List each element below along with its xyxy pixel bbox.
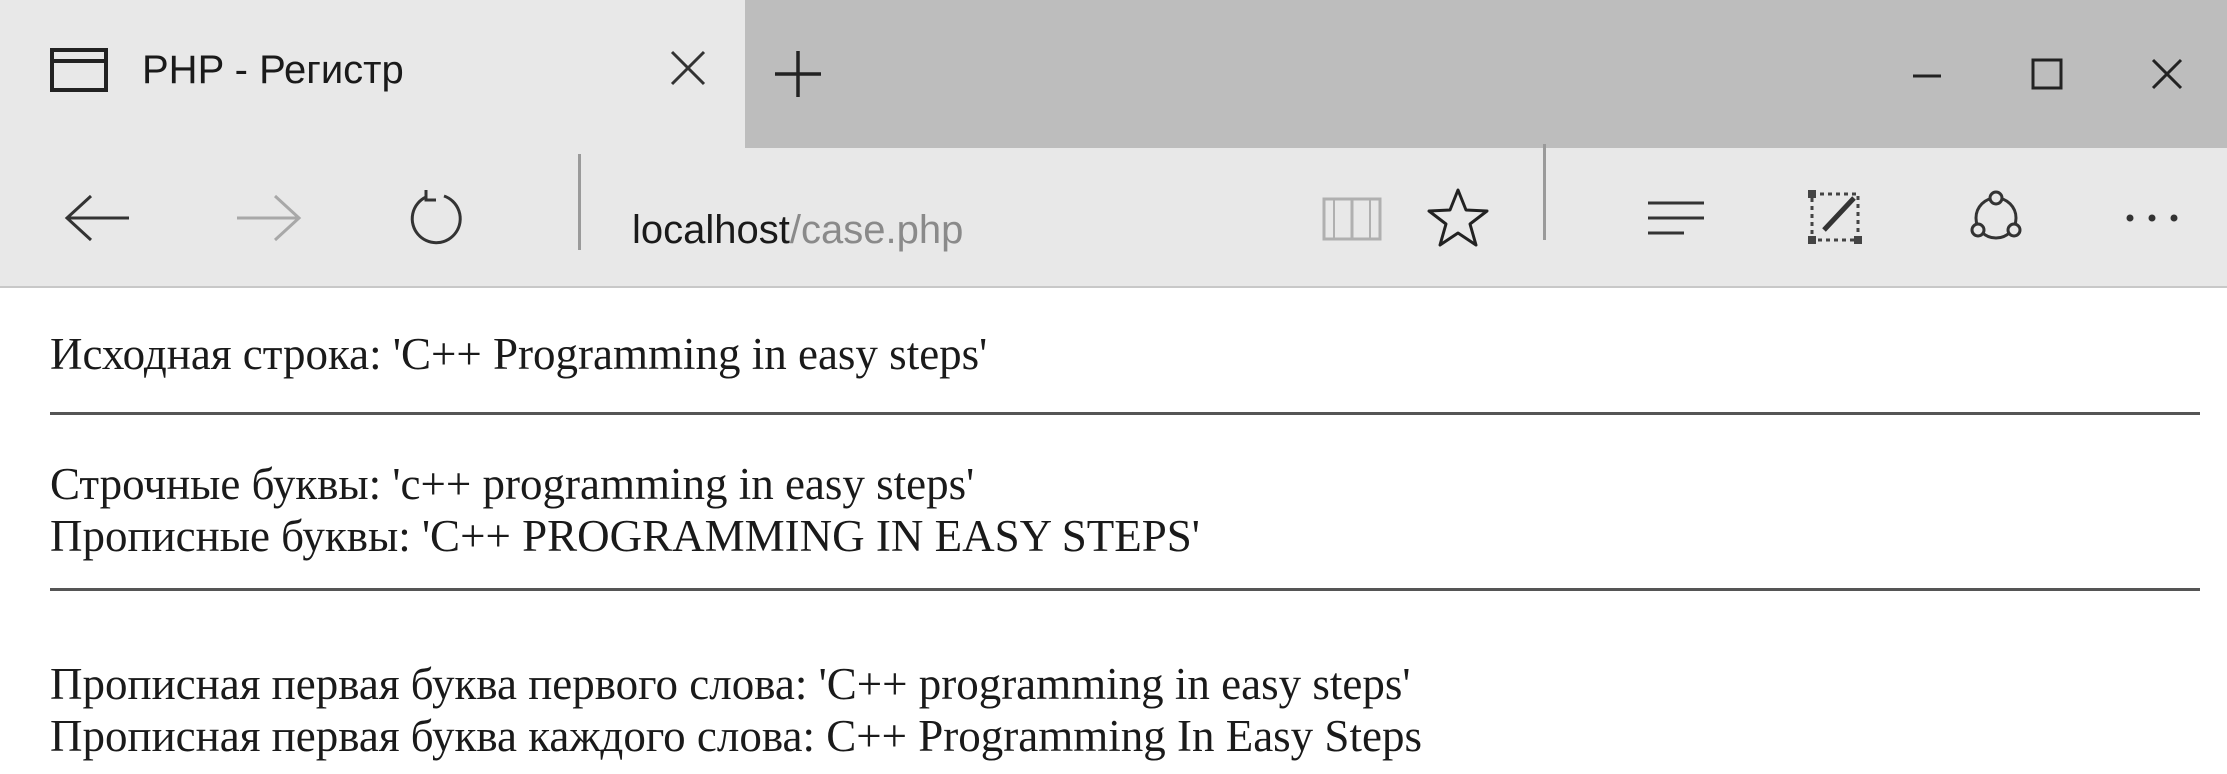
divider-2 [50, 588, 2200, 591]
ucwords-text: Прописная первая буква каждого слова: C+… [50, 711, 1422, 761]
star-icon [1427, 188, 1489, 247]
ucfirst-text: Прописная первая буква первого слова: 'C… [50, 659, 1411, 709]
minimize-icon [1913, 74, 1941, 78]
navigation-bar: localhost/case.php [0, 144, 2227, 288]
browser-window: PHP - Регистр localhost/case.php Исходна… [0, 0, 2227, 774]
lowercase-text: Строчные буквы: 'c++ programming in easy… [50, 459, 975, 509]
back-button[interactable] [58, 178, 138, 258]
address-path: /case.php [789, 208, 964, 252]
more-dots-icon [2126, 214, 2178, 222]
tab-title: PHP - Регистр [142, 47, 404, 92]
address-separator [578, 154, 581, 250]
divider-1 [50, 412, 2200, 415]
window-controls [1867, 0, 2227, 148]
address-host: localhost [632, 208, 790, 252]
page-content: Исходная строка: 'C++ Programming in eas… [0, 288, 2227, 774]
reading-view-button[interactable] [1312, 178, 1392, 258]
share-icon [1970, 190, 2022, 240]
tab-close-button[interactable] [660, 40, 716, 96]
close-icon [2151, 58, 2183, 90]
title-bar: PHP - Регистр [0, 0, 2227, 148]
close-window-button[interactable] [2107, 0, 2227, 148]
hub-button[interactable] [1636, 178, 1716, 258]
uppercase-text: Прописные буквы: 'C++ PROGRAMMING IN EAS… [50, 511, 1200, 561]
original-string-text: Исходная строка: 'C++ Programming in eas… [50, 329, 988, 379]
refresh-icon [410, 190, 462, 245]
back-arrow-icon [64, 194, 129, 242]
maximize-button[interactable] [1987, 0, 2107, 148]
book-icon [1322, 197, 1382, 241]
refresh-button[interactable] [398, 178, 478, 258]
forward-arrow-icon [237, 194, 302, 242]
new-tab-button[interactable] [763, 0, 833, 148]
minimize-button[interactable] [1867, 0, 1987, 148]
address-bar[interactable]: localhost/case.php [632, 208, 963, 253]
page-icon [50, 48, 108, 92]
more-button[interactable] [2112, 178, 2192, 258]
favorite-button[interactable] [1418, 178, 1498, 258]
forward-button[interactable] [228, 178, 308, 258]
web-note-button[interactable] [1796, 178, 1876, 258]
maximize-icon [2031, 58, 2063, 90]
share-button[interactable] [1956, 178, 2036, 258]
web-note-pen-icon [1808, 190, 1862, 244]
hub-lines-icon [1648, 201, 1704, 235]
close-icon [670, 50, 706, 86]
active-tab[interactable]: PHP - Регистр [0, 0, 745, 148]
plus-icon [775, 51, 821, 97]
toolbar-separator [1543, 144, 1546, 240]
